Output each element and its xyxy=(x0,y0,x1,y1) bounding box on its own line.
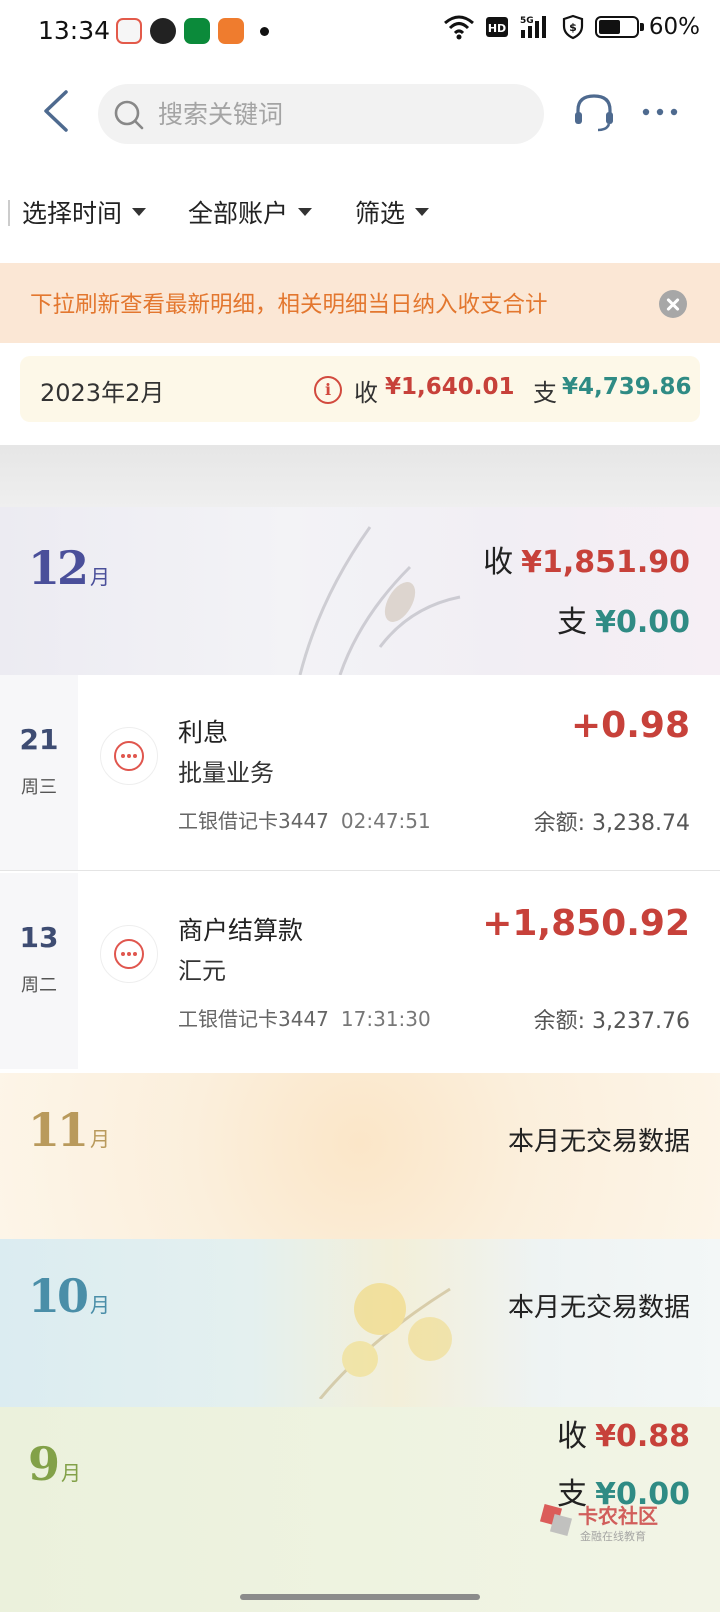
month-income: 收 ¥1,851.90 xyxy=(483,545,690,580)
transaction-subtitle: 批量业务 xyxy=(178,759,274,787)
transaction-row[interactable]: 21 周三 利息 批量业务 工银借记卡3447 02:47:51 +0.98 余额… xyxy=(0,675,720,871)
status-bar: 13:34 HD 5G $ 60% xyxy=(0,0,720,64)
account-filter-label: 全部账户 xyxy=(188,199,289,228)
month-header-october[interactable]: 10 月 本月无交易数据 xyxy=(0,1239,720,1407)
svg-text:HD: HD xyxy=(488,22,506,35)
signal-5g-icon: 5G xyxy=(520,16,546,38)
transaction-amount: +1,850.92 xyxy=(482,903,690,944)
search-icon xyxy=(114,100,144,130)
caret-down-icon xyxy=(415,208,430,216)
transaction-balance: 余额: 3,237.76 xyxy=(533,1009,690,1034)
transaction-day: 21 xyxy=(19,723,59,756)
notice-text: 下拉刷新查看最新明细，相关明细当日纳入收支合计 xyxy=(30,292,548,318)
filter-bar: 选择时间 全部账户 筛选 xyxy=(0,186,720,242)
customer-service-headset-icon[interactable] xyxy=(570,88,618,136)
time-filter-dropdown[interactable]: 选择时间 xyxy=(22,194,147,230)
transaction-day: 13 xyxy=(19,921,59,954)
no-data-text: 本月无交易数据 xyxy=(507,1127,690,1157)
month-number: 12 月 xyxy=(28,541,111,595)
search-box[interactable] xyxy=(98,84,544,144)
date-column: 13 周二 xyxy=(0,873,78,1069)
month-number: 10 月 xyxy=(28,1269,111,1323)
transaction-amount: +0.98 xyxy=(571,705,690,746)
system-status: HD 5G $ 60% xyxy=(443,14,700,40)
caret-down-icon xyxy=(132,208,147,216)
summary-expense: ¥4,739.86 xyxy=(562,374,692,400)
transaction-category-icon xyxy=(100,925,158,983)
month-expense: 支 ¥0.00 xyxy=(557,605,690,640)
transaction-title: 利息 xyxy=(178,718,229,747)
svg-text:5G: 5G xyxy=(520,16,534,26)
watermark-subtitle: 金融在线教育 xyxy=(580,1530,646,1543)
account-filter-dropdown[interactable]: 全部账户 xyxy=(188,194,313,230)
more-notifications-dot-icon xyxy=(260,26,269,36)
notification-icons xyxy=(116,18,269,44)
hd-icon: HD xyxy=(485,17,508,37)
month-number: 11 月 xyxy=(28,1103,111,1157)
video-app-icon xyxy=(150,18,176,44)
header xyxy=(0,72,720,152)
month-header-november[interactable]: 11 月 本月无交易数据 xyxy=(0,1073,720,1239)
info-icon[interactable]: i xyxy=(314,376,342,404)
refresh-notice: 下拉刷新查看最新明细，相关明细当日纳入收支合计 xyxy=(0,263,720,343)
summary-income-label: 收 xyxy=(354,379,378,407)
month-income: 收 ¥0.88 xyxy=(557,1419,690,1454)
transaction-row[interactable]: 13 周二 商户结算款 汇元 工银借记卡3447 17:31:30 +1,850.… xyxy=(0,873,720,1069)
wifi-icon xyxy=(443,15,474,40)
no-data-text: 本月无交易数据 xyxy=(507,1293,690,1323)
decorative-banner xyxy=(0,445,720,507)
transaction-weekday: 周二 xyxy=(21,975,57,996)
transaction-meta: 工银借记卡3447 02:47:51 xyxy=(178,809,431,833)
shield-dollar-icon: $ xyxy=(562,14,583,40)
month-number: 9月 xyxy=(28,1437,82,1491)
transaction-meta: 工银借记卡3447 17:31:30 xyxy=(178,1007,431,1031)
watermark: 卡农社区 金融在线教育 xyxy=(540,1500,690,1550)
filter-dropdown[interactable]: 筛选 xyxy=(355,194,430,230)
date-column: 21 周三 xyxy=(0,675,78,870)
time-filter-label: 选择时间 xyxy=(22,199,123,228)
svg-text:$: $ xyxy=(569,21,577,34)
battery-icon xyxy=(594,16,644,38)
filter-bar-divider xyxy=(8,200,10,226)
battery-level xyxy=(598,20,620,34)
summary-expense-label: 支 xyxy=(533,379,557,407)
home-indicator[interactable] xyxy=(240,1594,480,1600)
game-icon xyxy=(116,18,142,44)
summary-month: 2023年2月 xyxy=(40,379,165,407)
status-time: 13:34 xyxy=(38,16,111,45)
watermark-title: 卡农社区 xyxy=(578,1504,658,1528)
branch-decoration xyxy=(298,526,461,675)
filter-label: 筛选 xyxy=(355,199,406,228)
transaction-balance: 余额: 3,238.74 xyxy=(533,811,690,836)
watermark-logo-icon xyxy=(540,1504,573,1537)
transaction-category-icon xyxy=(100,727,158,785)
oppo-app-icon xyxy=(184,18,210,44)
caret-down-icon xyxy=(298,208,313,216)
transaction-subtitle: 汇元 xyxy=(178,957,226,985)
search-input[interactable] xyxy=(158,84,518,144)
ginkgo-decoration xyxy=(318,1283,452,1399)
month-header-december[interactable]: 12 月 收 ¥1,851.90 支 ¥0.00 xyxy=(0,507,720,675)
more-options-icon[interactable] xyxy=(640,94,680,130)
battery-percent: 60% xyxy=(648,14,700,40)
transaction-title: 商户结算款 xyxy=(178,916,304,945)
summary-income: ¥1,640.01 xyxy=(385,374,515,400)
month-summary: 2023年2月 i 收 ¥1,640.01 支 ¥4,739.86 xyxy=(20,356,700,422)
back-button[interactable] xyxy=(36,86,80,136)
transaction-weekday: 周三 xyxy=(21,777,57,798)
book-app-icon xyxy=(218,18,244,44)
close-notice-icon[interactable] xyxy=(659,290,687,318)
